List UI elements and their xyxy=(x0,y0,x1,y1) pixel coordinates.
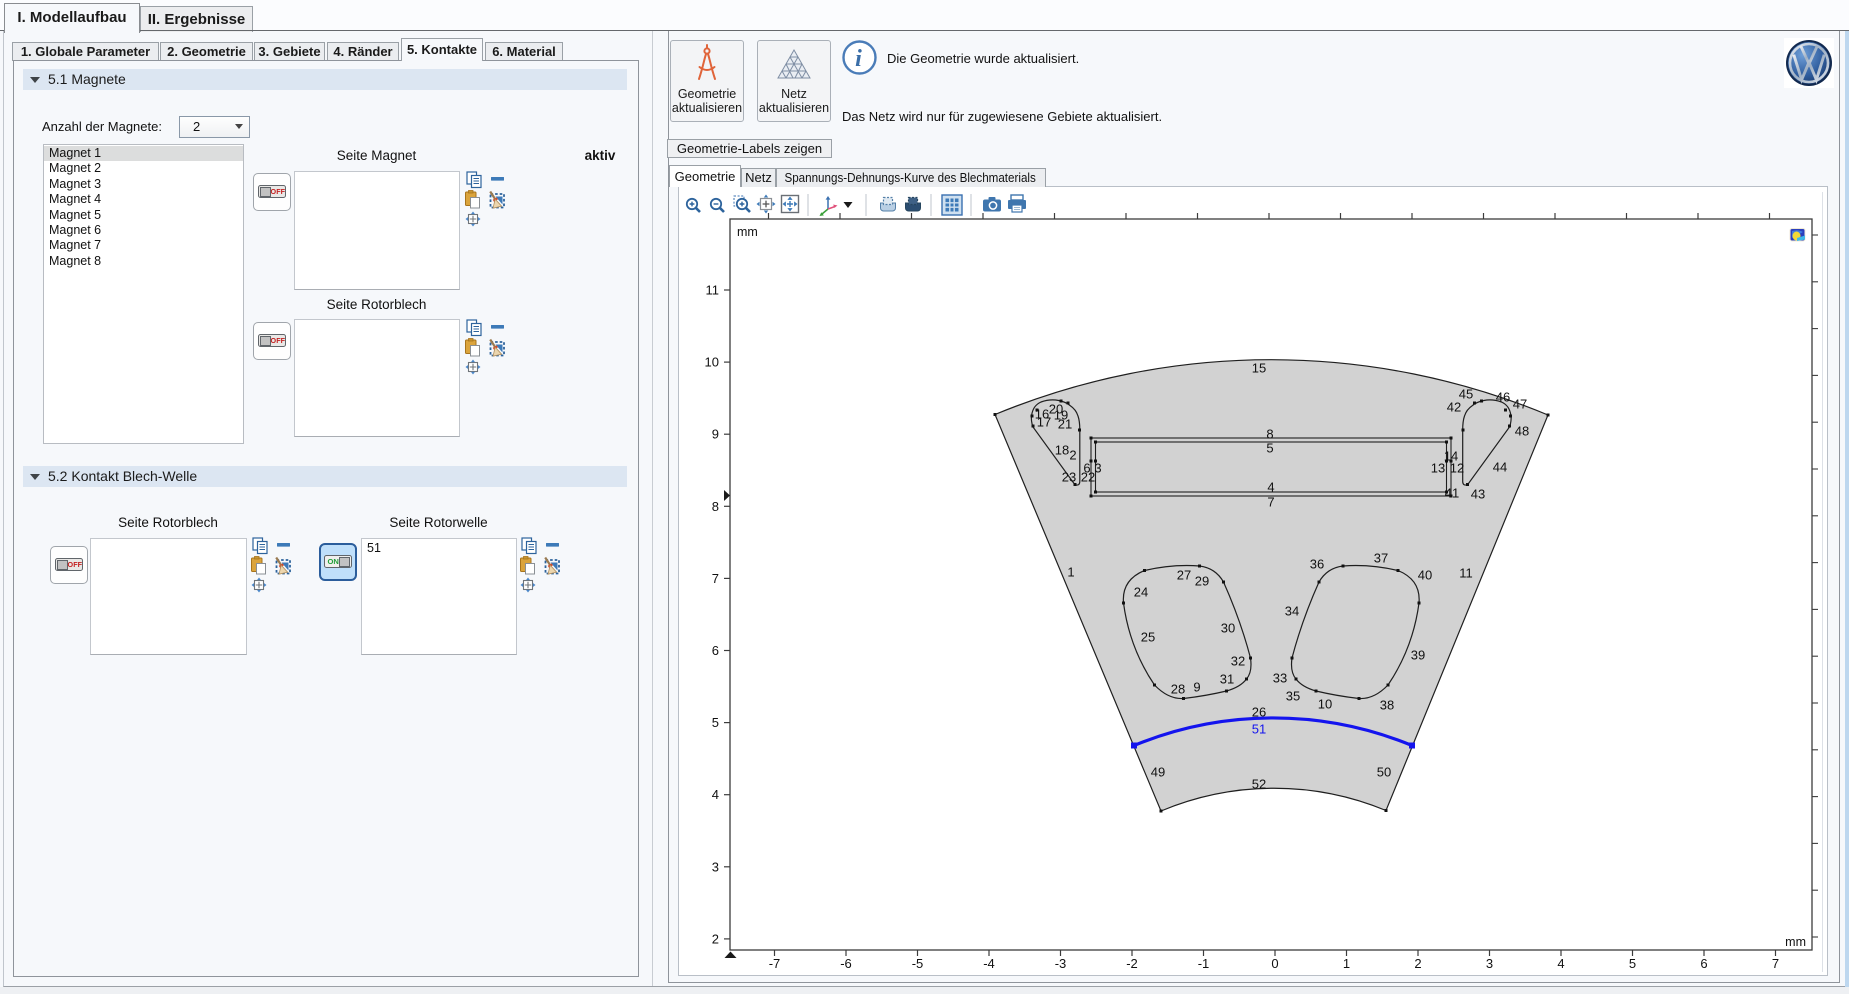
svg-text:49: 49 xyxy=(1151,765,1165,780)
svg-text:11: 11 xyxy=(1459,566,1473,581)
svg-text:40: 40 xyxy=(1418,568,1432,583)
svg-text:7: 7 xyxy=(1772,956,1779,971)
svg-text:4: 4 xyxy=(1557,956,1564,971)
svg-text:-5: -5 xyxy=(912,956,924,971)
svg-text:0: 0 xyxy=(1271,956,1278,971)
svg-text:2: 2 xyxy=(1414,956,1421,971)
svg-text:-7: -7 xyxy=(769,956,781,971)
svg-text:15: 15 xyxy=(1252,361,1266,376)
svg-text:7: 7 xyxy=(1267,495,1274,510)
svg-text:4: 4 xyxy=(1267,480,1274,495)
svg-text:52: 52 xyxy=(1252,777,1266,792)
svg-text:-1: -1 xyxy=(1198,956,1210,971)
svg-text:26: 26 xyxy=(1252,705,1266,720)
svg-text:7: 7 xyxy=(712,571,719,586)
svg-text:mm: mm xyxy=(1785,935,1806,949)
svg-text:18: 18 xyxy=(1055,443,1069,458)
svg-text:8: 8 xyxy=(712,499,719,514)
svg-text:39: 39 xyxy=(1411,648,1425,663)
svg-text:3: 3 xyxy=(1486,956,1493,971)
svg-text:24: 24 xyxy=(1134,585,1148,600)
svg-text:1: 1 xyxy=(1343,956,1350,971)
svg-text:30: 30 xyxy=(1221,621,1235,636)
svg-text:22: 22 xyxy=(1081,470,1095,485)
svg-text:28: 28 xyxy=(1171,682,1185,697)
svg-text:31: 31 xyxy=(1220,672,1234,687)
svg-text:17: 17 xyxy=(1037,415,1051,430)
svg-text:44: 44 xyxy=(1493,460,1507,475)
svg-text:5: 5 xyxy=(1629,956,1636,971)
svg-text:37: 37 xyxy=(1374,551,1388,566)
svg-text:mm: mm xyxy=(737,225,758,239)
svg-text:43: 43 xyxy=(1471,487,1485,502)
svg-text:5: 5 xyxy=(712,715,719,730)
svg-text:6: 6 xyxy=(712,643,719,658)
svg-text:3: 3 xyxy=(712,859,719,874)
svg-text:41: 41 xyxy=(1445,486,1459,501)
svg-text:23: 23 xyxy=(1062,470,1076,485)
svg-text:29: 29 xyxy=(1195,574,1209,589)
svg-text:-4: -4 xyxy=(983,956,995,971)
svg-text:4: 4 xyxy=(712,787,719,802)
svg-text:10: 10 xyxy=(705,355,719,370)
svg-text:5: 5 xyxy=(1266,441,1273,456)
svg-text:51: 51 xyxy=(1252,722,1266,737)
svg-text:2: 2 xyxy=(712,931,719,946)
svg-text:-2: -2 xyxy=(1126,956,1138,971)
svg-text:33: 33 xyxy=(1273,671,1287,686)
svg-text:46: 46 xyxy=(1496,390,1510,405)
svg-text:21: 21 xyxy=(1058,417,1072,432)
svg-text:9: 9 xyxy=(712,427,719,442)
svg-text:i: i xyxy=(855,46,862,72)
svg-text:34: 34 xyxy=(1285,604,1299,619)
svg-text:42: 42 xyxy=(1447,400,1461,415)
svg-text:3: 3 xyxy=(1094,461,1101,476)
svg-text:48: 48 xyxy=(1515,424,1529,439)
svg-text:9: 9 xyxy=(1193,680,1200,695)
svg-text:10: 10 xyxy=(1318,697,1332,712)
svg-text:1: 1 xyxy=(1067,565,1074,580)
svg-text:11: 11 xyxy=(706,283,720,298)
svg-text:2: 2 xyxy=(1069,448,1076,463)
svg-text:38: 38 xyxy=(1380,698,1394,713)
svg-text:36: 36 xyxy=(1310,557,1324,572)
svg-text:27: 27 xyxy=(1177,568,1191,583)
svg-text:8: 8 xyxy=(1266,427,1273,442)
svg-text:35: 35 xyxy=(1286,689,1300,704)
svg-text:47: 47 xyxy=(1513,397,1527,412)
svg-text:25: 25 xyxy=(1141,630,1155,645)
svg-text:32: 32 xyxy=(1231,654,1245,669)
svg-text:-6: -6 xyxy=(840,956,852,971)
svg-text:-3: -3 xyxy=(1055,956,1067,971)
svg-text:6: 6 xyxy=(1700,956,1707,971)
svg-text:13: 13 xyxy=(1431,461,1445,476)
svg-text:12: 12 xyxy=(1450,461,1464,476)
svg-text:50: 50 xyxy=(1377,765,1391,780)
